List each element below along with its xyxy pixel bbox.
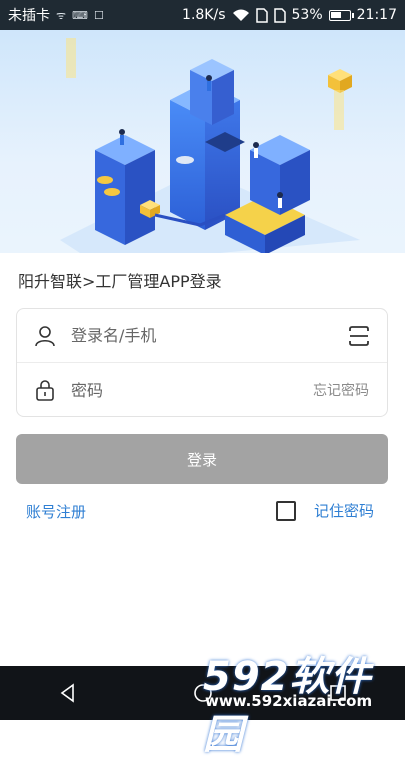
sim-icon (255, 7, 268, 23)
password-input[interactable] (71, 380, 313, 400)
battery-percent: 53% (291, 7, 323, 23)
lock-icon (33, 378, 57, 402)
network-speed: 1.8K/s (182, 7, 226, 23)
status-bar: 未插卡 ᯤ ⌨ ☐ 1.8K/s 53% 21:17 (0, 0, 405, 30)
user-icon (33, 324, 57, 348)
remember-password-checkbox[interactable] (275, 500, 296, 521)
battery-icon (328, 9, 354, 21)
username-row (17, 309, 387, 363)
hero-illustration (0, 30, 405, 253)
signal-icon: ᯤ (56, 8, 67, 22)
watermark-url: www.592xiazai.com (205, 692, 373, 710)
clock: 21:17 (356, 7, 397, 23)
back-icon[interactable] (48, 673, 88, 713)
page-title: 阳升智联>工厂管理APP登录 (18, 272, 222, 291)
remember-password-label[interactable]: 记住密码 (314, 500, 374, 521)
keyboard-icon: ⌨ (72, 8, 88, 22)
scan-icon[interactable] (347, 324, 371, 348)
app-notification-icon: ☐ (93, 8, 104, 22)
wifi-icon (232, 9, 249, 21)
sim-icon (273, 7, 286, 23)
login-button[interactable]: 登录 (16, 434, 388, 484)
username-input[interactable] (71, 326, 347, 345)
carrier-text: 未插卡 (8, 8, 50, 24)
remember-password-control: 记住密码 (275, 500, 374, 521)
register-link[interactable]: 账号注册 (26, 501, 86, 522)
watermark-logo: 592软件园 www.592xiazai.com (195, 640, 405, 758)
isometric-factory-illustration (60, 38, 360, 253)
forgot-password-link[interactable]: 忘记密码 (313, 380, 369, 400)
password-row: 忘记密码 (17, 363, 387, 417)
login-form-card: 忘记密码 (16, 308, 388, 417)
